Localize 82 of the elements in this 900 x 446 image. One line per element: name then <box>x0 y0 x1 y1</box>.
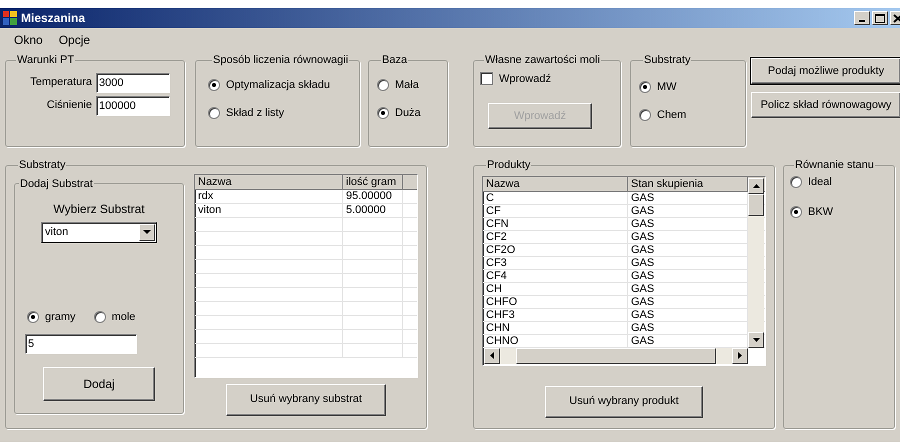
table-cell: CFN <box>483 218 628 230</box>
table-cell: CF2 <box>483 230 628 242</box>
table-cell: CF3 <box>483 256 628 268</box>
group-title: Substraty <box>643 53 692 68</box>
scroll-down-icon <box>748 332 764 348</box>
caret-icon <box>139 224 155 241</box>
radio-label: gramy <box>45 310 76 325</box>
table-cell: CHFO <box>483 296 628 308</box>
menu-item[interactable]: Opcje <box>58 31 90 49</box>
scroll-thumb[interactable] <box>748 194 764 216</box>
group-title: Równanie stanu <box>794 158 875 173</box>
maximize-icon <box>873 12 887 24</box>
group-title: Własne zawartości moli <box>484 53 601 68</box>
group-title: Substraty <box>18 158 66 173</box>
input-field[interactable]: 5 <box>25 334 137 354</box>
input-field[interactable]: 3000 <box>96 72 170 92</box>
radio-button[interactable] <box>790 176 802 188</box>
radio-label: MW <box>657 80 677 94</box>
dropdown-value: viton <box>45 225 70 240</box>
remove-button[interactable]: Usuń wybrany substrat <box>226 384 386 416</box>
table-cell: 95.00000 <box>343 190 403 202</box>
table-cell: CHN <box>483 322 628 334</box>
remove-button[interactable]: Usuń wybrany produkt <box>545 386 703 418</box>
radio-label: mole <box>112 310 136 325</box>
data-table[interactable]: Nazwa ilość gram rdx 95.00000 viton 5.00000 <box>194 174 418 378</box>
radio-label: Duża <box>395 106 421 121</box>
scroll-right-icon <box>732 348 748 364</box>
table-cell: 5.00000 <box>343 204 403 216</box>
radio-label: Skład z listy <box>226 106 284 121</box>
table-cell: viton <box>195 204 343 216</box>
menu-item[interactable]: Okno <box>14 31 43 49</box>
radio-button[interactable] <box>208 78 220 91</box>
table-cell: rdx <box>195 190 343 202</box>
action-button[interactable]: Podaj możliwe produkty <box>751 58 900 84</box>
scroll-thumb[interactable] <box>516 348 716 364</box>
minimize-icon <box>859 20 865 22</box>
input-field[interactable]: 100000 <box>96 96 170 116</box>
window-title: Mieszanina <box>21 10 86 27</box>
scroll-left-icon <box>484 348 500 364</box>
group-title: Sposób liczenia równowagii <box>212 53 350 68</box>
radio-label: Mała <box>395 78 419 92</box>
app-icon <box>2 10 18 26</box>
dropdown[interactable]: viton <box>41 222 157 243</box>
field-label: Ciśnienie <box>46 98 92 114</box>
table-cell: CF4 <box>483 270 628 282</box>
action-button[interactable]: Policz skład równowagowy <box>751 92 900 118</box>
table-cell: CHNO <box>483 334 628 346</box>
radio-label: Ideal <box>808 174 832 190</box>
radio-button[interactable] <box>639 80 651 93</box>
radio-button[interactable] <box>377 107 389 120</box>
radio-button[interactable] <box>790 206 802 218</box>
radio-button[interactable] <box>94 311 106 324</box>
add-button[interactable]: Dodaj <box>43 366 155 400</box>
radio-button[interactable] <box>27 311 39 324</box>
column-header[interactable]: ilość gram <box>343 174 403 190</box>
maximize-button[interactable] <box>872 11 888 25</box>
group-title: Warunki PT <box>16 53 76 68</box>
table-cell: C <box>483 192 628 204</box>
radio-label: Optymalizacja składu <box>226 78 330 92</box>
table-cell: CH <box>483 282 628 294</box>
radio-button[interactable] <box>377 78 389 91</box>
scrollbar[interactable] <box>484 348 748 364</box>
checkbox[interactable] <box>480 72 493 86</box>
radio-label: Chem <box>657 108 686 123</box>
group-title: Dodaj Substrat <box>19 176 94 192</box>
scroll-up-icon <box>748 178 764 194</box>
checkbox-label: Wprowadź <box>499 72 551 86</box>
field-label: Wybierz Substrat <box>53 201 145 218</box>
column-header[interactable]: Stan skupienia <box>628 176 748 192</box>
radio-label: BKW <box>808 205 834 220</box>
table-cell: CF2O <box>483 244 628 256</box>
column-header[interactable]: Nazwa <box>483 176 628 192</box>
group-title: Produkty <box>486 158 532 173</box>
table-cell: CHF3 <box>483 308 628 320</box>
field-label: Temperatura <box>30 75 92 90</box>
radio-button[interactable] <box>639 109 651 122</box>
column-header <box>403 174 417 190</box>
column-header[interactable]: Nazwa <box>195 174 343 190</box>
radio-button[interactable] <box>208 107 220 120</box>
table-cell: CF <box>483 204 628 216</box>
group-title: Baza <box>381 53 408 68</box>
minimize-button[interactable] <box>854 11 870 25</box>
